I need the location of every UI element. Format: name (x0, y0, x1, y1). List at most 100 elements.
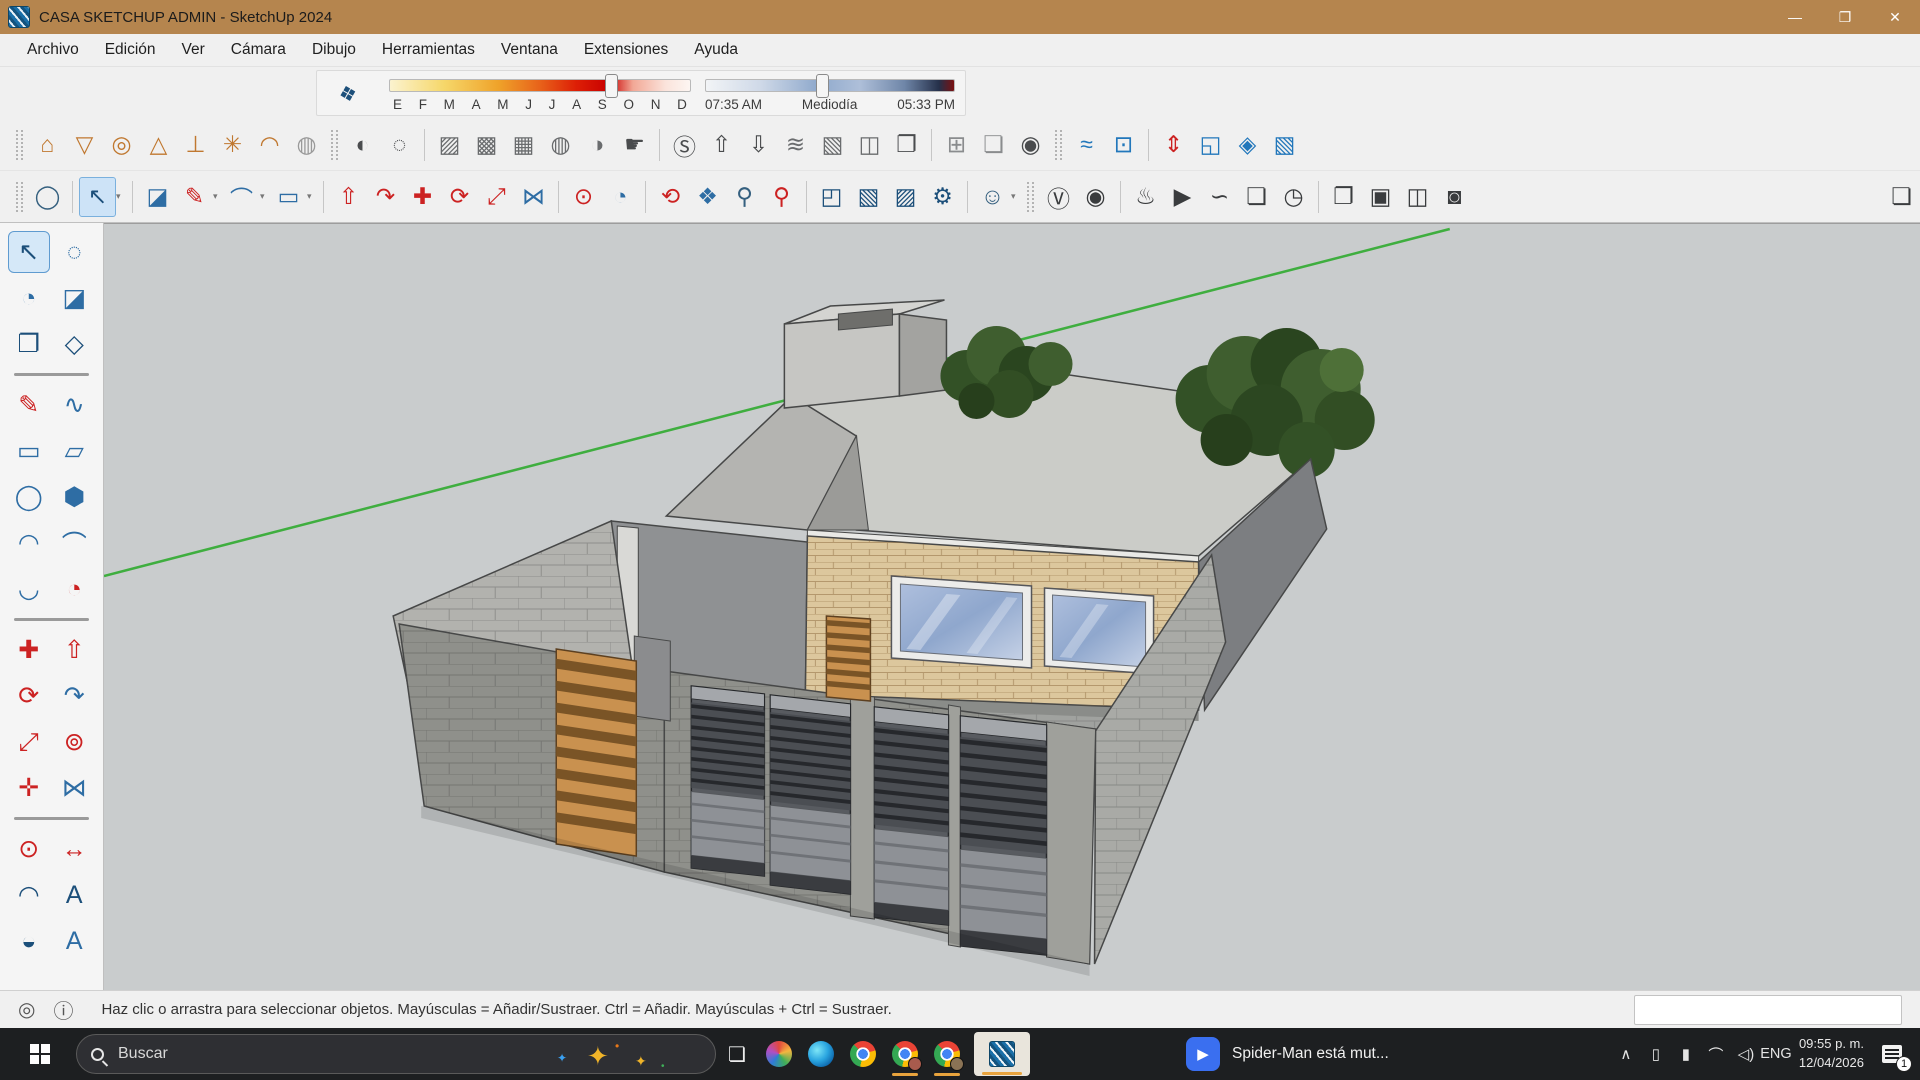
media-widget[interactable]: ▶ Spider-Man está mut... (1186, 1037, 1389, 1071)
pan-tool-icon[interactable]: ❖ (689, 177, 726, 217)
sun-home-light-icon[interactable]: ⌂ (29, 125, 66, 165)
frame-export-icon[interactable]: ❏ (1238, 177, 1275, 217)
split-window-icon[interactable]: ◫ (851, 125, 888, 165)
vray-asset-editor-icon[interactable]: ◉ (1077, 177, 1114, 217)
move-tool-icon[interactable]: ✚ (404, 177, 441, 217)
text-label-icon[interactable]: A (53, 874, 95, 916)
paint-bucket-icon[interactable]: ◔ (8, 277, 50, 319)
page-fold-icon[interactable]: ❐ (888, 125, 925, 165)
shadows-toggle-icon[interactable]: ❖ (330, 76, 367, 113)
edge-button[interactable] (800, 1031, 842, 1077)
canvas-window-icon[interactable]: ◫ (1399, 177, 1436, 217)
search-tool-icon[interactable]: ◯ (29, 177, 66, 217)
rectangle-tool-icon[interactable]: ▭ (270, 177, 307, 217)
pushpull-icon[interactable]: ⇧ (53, 629, 95, 671)
dropdown-arrow-icon[interactable]: ▾ (1011, 191, 1021, 202)
3d-text-icon[interactable]: A (53, 920, 95, 962)
scale-icon[interactable]: ⤢ (8, 721, 50, 763)
protractor-icon[interactable]: ◠ (8, 874, 50, 916)
checker-cube-icon[interactable]: ▩ (468, 125, 505, 165)
flip-tool-icon[interactable]: ⋈ (515, 177, 552, 217)
rectangle-icon[interactable]: ▭ (8, 430, 50, 472)
scale-tool-icon[interactable]: ⤢ (478, 177, 515, 217)
ring-light-icon[interactable]: ◎ (103, 125, 140, 165)
section-cuts-toggle-icon[interactable]: ▧ (850, 177, 887, 217)
eye-city-icon[interactable]: ◉ (1012, 125, 1049, 165)
copilot-button[interactable] (758, 1031, 800, 1077)
display-window-icon[interactable]: ▣ (1362, 177, 1399, 217)
task-view-button[interactable]: ❏ (716, 1031, 758, 1077)
rotate-icon[interactable]: ⟳ (8, 675, 50, 717)
dimension-icon[interactable]: ↔ (53, 828, 95, 870)
pushpull-tool-icon[interactable]: ⇧ (330, 177, 367, 217)
offset-icon[interactable]: ⊚ (53, 721, 95, 763)
section-display-toggle-icon[interactable]: ⚙ (924, 177, 961, 217)
toolbar-grip[interactable] (16, 182, 23, 212)
shadow-date-slider[interactable] (389, 79, 691, 92)
checker-plane-icon[interactable]: ▨ (431, 125, 468, 165)
restore-button[interactable]: ❐ (1820, 0, 1870, 34)
chrome-profile-2-button[interactable] (926, 1031, 968, 1077)
tray-chevron-icon[interactable]: ∧ (1611, 1034, 1641, 1074)
angle-arrow-icon[interactable]: ◒ (8, 920, 50, 962)
move-icon[interactable]: ✚ (8, 629, 50, 671)
components-icon[interactable]: ❐ (8, 323, 50, 365)
sketchup-taskbar-button[interactable] (974, 1032, 1030, 1076)
start-button[interactable] (22, 1036, 58, 1072)
menu-ayuda[interactable]: Ayuda (681, 36, 751, 64)
geolocation-icon[interactable]: ◎ (18, 997, 35, 1022)
new-page-icon[interactable]: ❏ (1883, 177, 1920, 217)
checker-sphere-icon[interactable]: ◍ (542, 125, 579, 165)
wire-cube-icon[interactable]: ▦ (505, 125, 542, 165)
section-plane-tool-icon[interactable]: ◰ (813, 177, 850, 217)
clock[interactable]: 09:55 p. m. 12/04/2026 (1791, 1035, 1872, 1073)
stand-light-icon[interactable]: ⊥ (177, 125, 214, 165)
select-tool-icon[interactable]: ↖ (79, 177, 116, 217)
dropdown-arrow-icon[interactable]: ▾ (260, 191, 270, 202)
rotate-tool-icon[interactable]: ⟳ (441, 177, 478, 217)
taskbar-search[interactable]: Buscar ✦✦•✦• (76, 1034, 716, 1074)
menu-edición[interactable]: Edición (92, 36, 169, 64)
battery-icon[interactable]: ▮ (1671, 1034, 1701, 1074)
flip-edge-icon[interactable]: ▧ (1266, 125, 1303, 165)
sphere-light-icon[interactable]: ◍ (288, 125, 325, 165)
import-cube-icon[interactable]: ⇩ (740, 125, 777, 165)
phone-link-icon[interactable]: ▯ (1641, 1034, 1671, 1074)
infinite-plane-icon[interactable]: Ⓢ (666, 125, 703, 165)
terrain-grid-icon[interactable]: ⊡ (1105, 125, 1142, 165)
export-cube-icon[interactable]: ⇧ (703, 125, 740, 165)
fur-grass-icon[interactable]: ≋ (777, 125, 814, 165)
model-viewport[interactable] (104, 223, 1920, 990)
menu-archivo[interactable]: Archivo (14, 36, 92, 64)
eraser-icon[interactable]: ◪ (53, 277, 95, 319)
arc-tool-icon[interactable]: ⌒ (223, 177, 260, 217)
time-slider-handle[interactable] (816, 74, 829, 98)
toolbar-grip[interactable] (16, 130, 23, 160)
cone-light-icon[interactable]: △ (140, 125, 177, 165)
terrain-contours-icon[interactable]: ≈ (1068, 125, 1105, 165)
lock-camera-icon[interactable]: ◙ (1436, 177, 1473, 217)
menu-dibujo[interactable]: Dibujo (299, 36, 369, 64)
info-icon[interactable]: ⓘ (53, 995, 73, 1024)
toolbar-grip[interactable] (1027, 182, 1034, 212)
pie-arc-icon[interactable]: ◔ (53, 568, 95, 610)
tape-measure-icon[interactable]: ⊙ (8, 828, 50, 870)
render-last-icon[interactable]: ∽ (1201, 177, 1238, 217)
axes-icon[interactable]: ✛ (8, 767, 50, 809)
menu-extensiones[interactable]: Extensiones (571, 36, 681, 64)
spot-lamp-light-icon[interactable]: ▽ (66, 125, 103, 165)
measurements-input[interactable] (1634, 995, 1902, 1025)
polygon-icon[interactable]: ⬢ (53, 476, 95, 518)
dropdown-arrow-icon[interactable]: ▾ (116, 191, 126, 202)
render-sphere-icon[interactable]: ◐ (344, 125, 381, 165)
pick-object-hand-icon[interactable]: ☛ (616, 125, 653, 165)
orbit-tool-icon[interactable]: ⟲ (652, 177, 689, 217)
followme-tool-icon[interactable]: ↷ (367, 177, 404, 217)
grid-tiles-icon[interactable]: ⊞ (938, 125, 975, 165)
three-point-arc-icon[interactable]: ◡ (8, 568, 50, 610)
vray-frame-buffer-icon[interactable]: Ⓥ (1040, 177, 1077, 217)
smoove-icon[interactable]: ⇕ (1155, 125, 1192, 165)
flip-icon[interactable]: ⋈ (53, 767, 95, 809)
wifi-icon[interactable]: ⌒ (1701, 1034, 1731, 1074)
lasso-select-icon[interactable]: ◌ (53, 231, 95, 273)
